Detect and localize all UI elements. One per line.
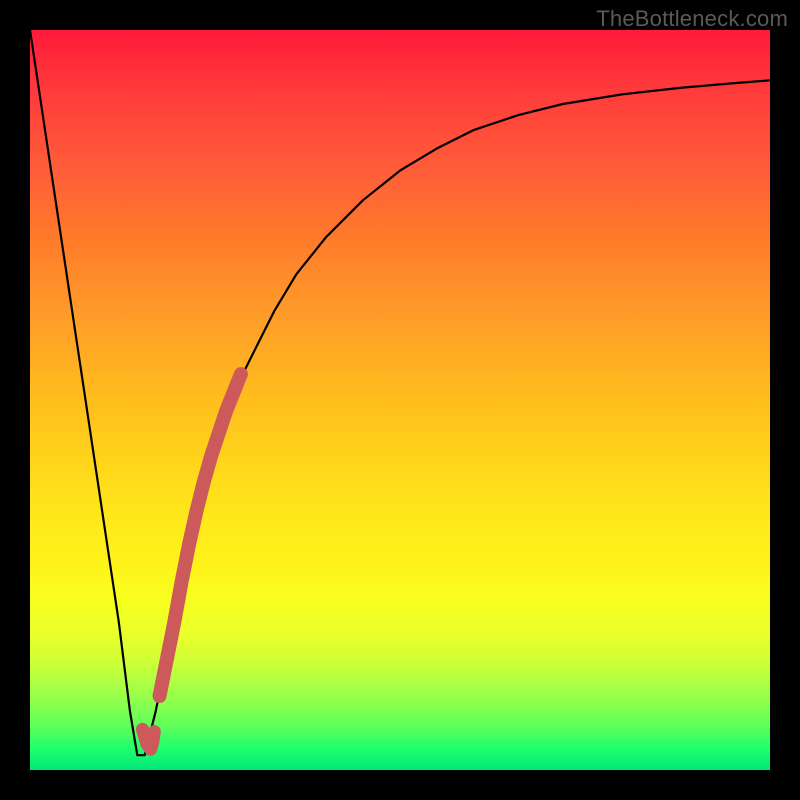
bottleneck-curve (30, 30, 770, 755)
chart-svg (30, 30, 770, 770)
watermark-text: TheBottleneck.com (596, 6, 788, 32)
bottom-j-marker (142, 729, 154, 749)
highlight-segment (160, 374, 241, 696)
plot-area (30, 30, 770, 770)
chart-frame: TheBottleneck.com (0, 0, 800, 800)
